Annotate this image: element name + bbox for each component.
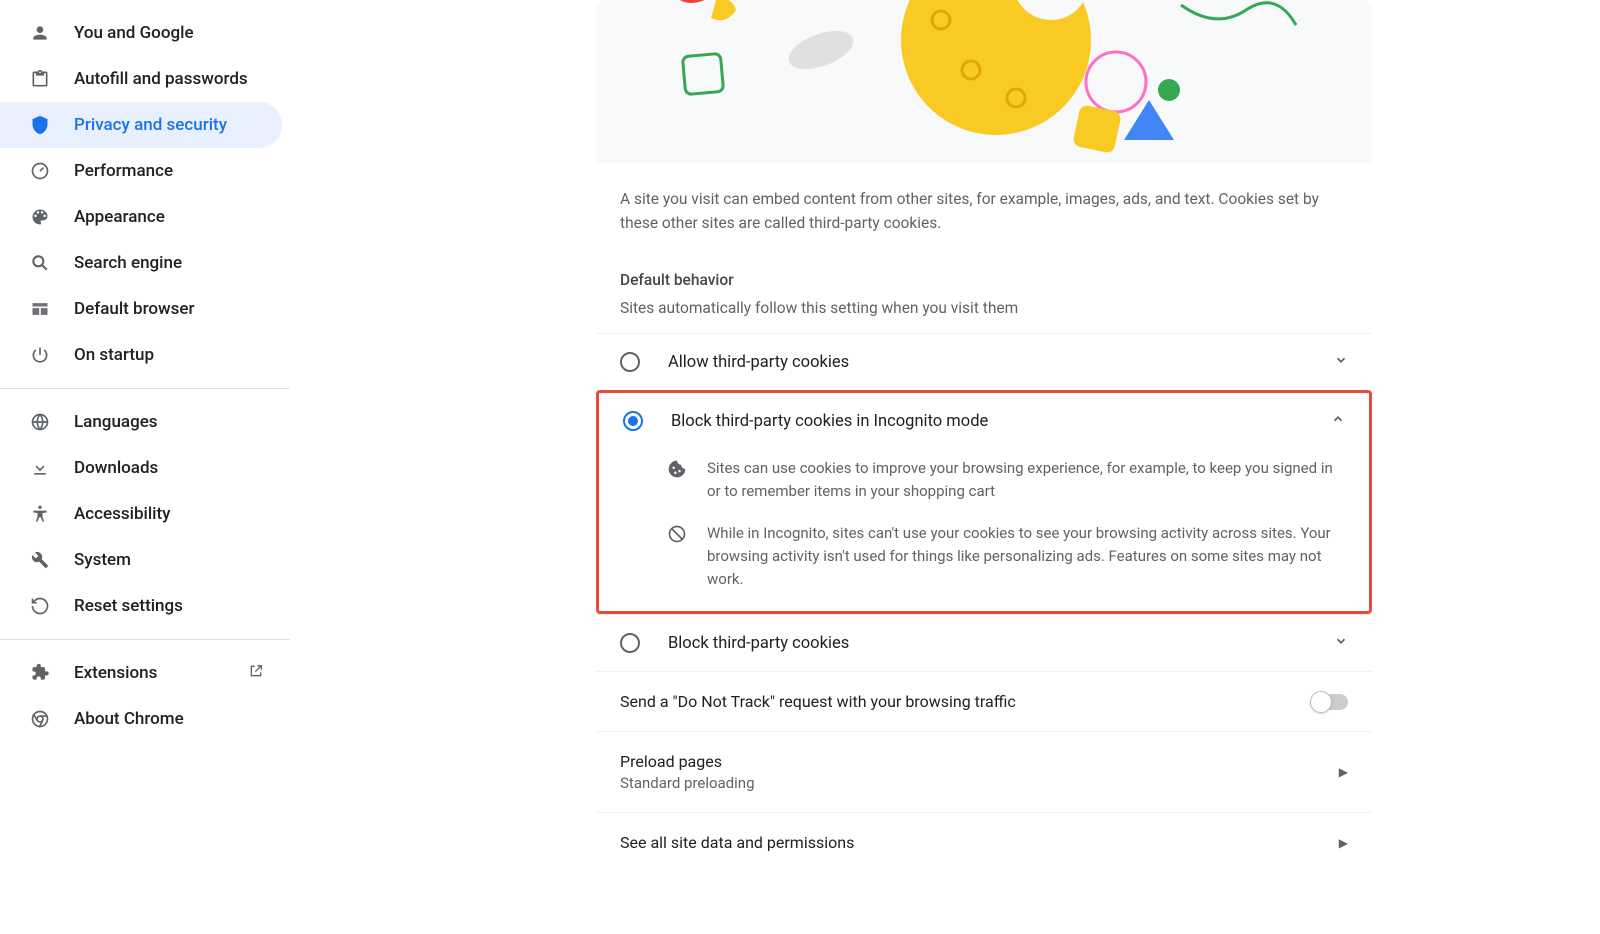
option-expanded-details: Sites can use cookies to improve your br… xyxy=(599,449,1369,611)
chevron-down-icon[interactable] xyxy=(1334,634,1348,652)
person-icon xyxy=(30,23,50,43)
reset-icon xyxy=(30,596,50,616)
sidebar-item-label: Accessibility xyxy=(74,504,171,524)
sidebar-item-label: Default browser xyxy=(74,299,195,319)
sidebar-item-on-startup[interactable]: On startup xyxy=(0,332,282,378)
row-see-all-site-data[interactable]: See all site data and permissions ▶ xyxy=(596,812,1372,872)
power-icon xyxy=(30,345,50,365)
sidebar-item-label: Autofill and passwords xyxy=(74,69,248,89)
browser-icon xyxy=(30,299,50,319)
sidebar-item-accessibility[interactable]: Accessibility xyxy=(0,491,282,537)
option-block-incognito[interactable]: Block third-party cookies in Incognito m… xyxy=(599,393,1369,449)
hero-illustration xyxy=(596,0,1372,163)
external-link-icon xyxy=(248,663,264,683)
info-text: While in Incognito, sites can't use your… xyxy=(707,522,1345,592)
row-label: Preload pages xyxy=(620,752,755,771)
option-allow-cookies[interactable]: Allow third-party cookies xyxy=(596,333,1372,390)
row-label: See all site data and permissions xyxy=(620,833,854,852)
settings-sidebar: You and Google Autofill and passwords Pr… xyxy=(0,10,290,742)
row-preload-pages[interactable]: Preload pages Standard preloading ▶ xyxy=(596,731,1372,812)
block-icon xyxy=(667,524,687,544)
default-behavior-subtitle: Sites automatically follow this setting … xyxy=(596,299,1372,333)
info-text: Sites can use cookies to improve your br… xyxy=(707,457,1345,504)
sidebar-item-label: Downloads xyxy=(74,458,158,478)
download-icon xyxy=(30,458,50,478)
option-label: Block third-party cookies in Incognito m… xyxy=(671,412,1331,431)
sidebar-item-system[interactable]: System xyxy=(0,537,282,583)
sidebar-item-label: On startup xyxy=(74,345,154,365)
sidebar-item-reset-settings[interactable]: Reset settings xyxy=(0,583,282,629)
sidebar-item-label: Languages xyxy=(74,412,158,432)
settings-main-panel: A site you visit can embed content from … xyxy=(596,0,1372,872)
row-label: Send a "Do Not Track" request with your … xyxy=(620,692,1016,711)
chrome-icon xyxy=(30,709,50,729)
search-icon xyxy=(30,253,50,273)
sidebar-item-label: Privacy and security xyxy=(74,115,227,135)
sidebar-item-label: Reset settings xyxy=(74,596,183,616)
sidebar-item-privacy-security[interactable]: Privacy and security xyxy=(0,102,282,148)
speedometer-icon xyxy=(30,161,50,181)
sidebar-item-you-and-google[interactable]: You and Google xyxy=(0,10,282,56)
radio-unselected-icon xyxy=(620,352,640,372)
sidebar-item-downloads[interactable]: Downloads xyxy=(0,445,282,491)
arrow-right-icon: ▶ xyxy=(1339,836,1348,850)
sidebar-item-label: You and Google xyxy=(74,23,194,43)
sidebar-item-label: Performance xyxy=(74,161,173,181)
globe-icon xyxy=(30,412,50,432)
chevron-down-icon[interactable] xyxy=(1334,353,1348,371)
chevron-up-icon[interactable] xyxy=(1331,412,1345,430)
default-behavior-title: Default behavior xyxy=(596,235,1372,299)
radio-unselected-icon xyxy=(620,633,640,653)
sidebar-item-search-engine[interactable]: Search engine xyxy=(0,240,282,286)
sidebar-item-default-browser[interactable]: Default browser xyxy=(0,286,282,332)
sidebar-item-label: About Chrome xyxy=(74,709,184,729)
sidebar-divider xyxy=(0,388,290,389)
sidebar-item-autofill[interactable]: Autofill and passwords xyxy=(0,56,282,102)
highlighted-selection: Block third-party cookies in Incognito m… xyxy=(596,390,1372,614)
sidebar-divider xyxy=(0,639,290,640)
option-label: Allow third-party cookies xyxy=(668,353,1334,372)
arrow-right-icon: ▶ xyxy=(1339,765,1348,779)
clipboard-icon xyxy=(30,69,50,89)
sidebar-item-languages[interactable]: Languages xyxy=(0,399,282,445)
sidebar-item-label: System xyxy=(74,550,131,570)
option-label: Block third-party cookies xyxy=(668,634,1334,653)
sidebar-item-label: Extensions xyxy=(74,663,157,683)
wrench-icon xyxy=(30,550,50,570)
option-block-cookies[interactable]: Block third-party cookies xyxy=(596,614,1372,671)
sidebar-item-performance[interactable]: Performance xyxy=(0,148,282,194)
row-do-not-track[interactable]: Send a "Do Not Track" request with your … xyxy=(596,671,1372,731)
accessibility-icon xyxy=(30,504,50,524)
palette-icon xyxy=(30,207,50,227)
cookies-description: A site you visit can embed content from … xyxy=(596,163,1372,235)
sidebar-item-about-chrome[interactable]: About Chrome xyxy=(0,696,282,742)
row-sublabel: Standard preloading xyxy=(620,774,755,792)
toggle-off[interactable] xyxy=(1312,694,1348,710)
sidebar-item-label: Search engine xyxy=(74,253,182,273)
shield-icon xyxy=(30,115,50,135)
sidebar-item-label: Appearance xyxy=(74,207,165,227)
extension-icon xyxy=(30,663,50,683)
cookie-icon xyxy=(667,459,687,479)
sidebar-item-appearance[interactable]: Appearance xyxy=(0,194,282,240)
radio-selected-icon xyxy=(623,411,643,431)
sidebar-item-extensions[interactable]: Extensions xyxy=(0,650,282,696)
